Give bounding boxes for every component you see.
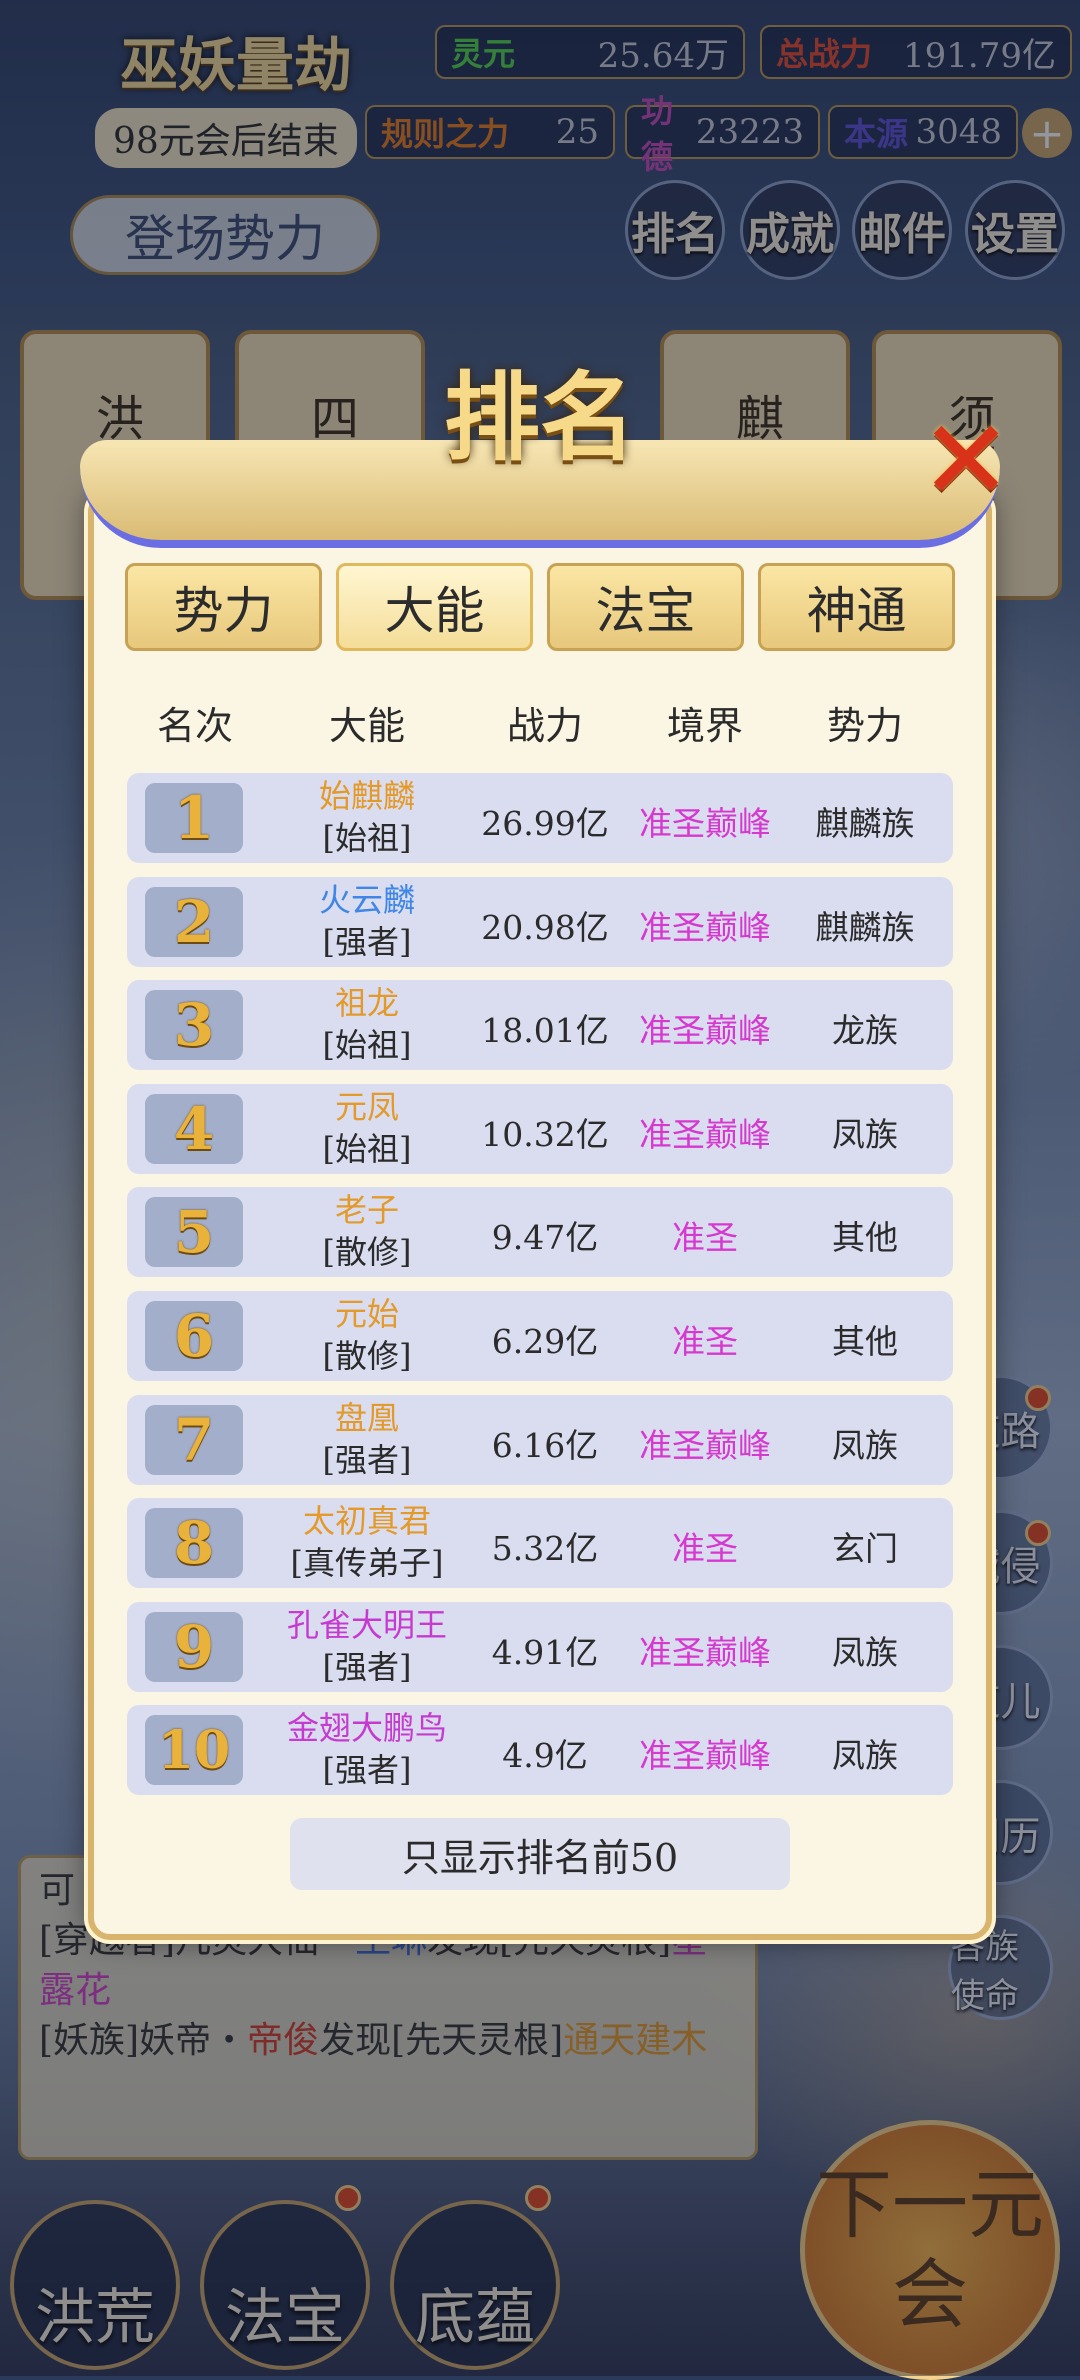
- faction-value: 麒麟族: [815, 804, 915, 843]
- powerhouse-name: 盘凰 [强者]: [322, 1399, 412, 1479]
- powerhouse-name: 祖龙 [始祖]: [322, 984, 412, 1064]
- power-value: 6.16亿: [491, 1426, 599, 1465]
- column-header-rank: 名次: [156, 704, 233, 748]
- table-row[interactable]: 8 太初真君 [真传弟子] 5.32亿 准圣 玄门: [127, 1498, 953, 1588]
- table-row[interactable]: 3 祖龙 [始祖] 18.01亿 准圣巅峰 龙族: [127, 980, 953, 1070]
- powerhouse-name: 火云麟 [强者]: [318, 881, 415, 961]
- table-row[interactable]: 10 金翅大鹏鸟 [强者] 4.9亿 准圣巅峰 凤族: [127, 1705, 953, 1795]
- column-header-power: 战力: [506, 704, 583, 748]
- table-row[interactable]: 7 盘凰 [强者] 6.16亿 准圣巅峰 凤族: [127, 1395, 953, 1485]
- faction-value: 麒麟族: [815, 908, 915, 947]
- faction-value: 玄门: [832, 1529, 898, 1568]
- powerhouse-name: 始麒麟 [始祖]: [318, 777, 415, 857]
- table-row[interactable]: 6 元始 [散修] 6.29亿 准圣 其他: [127, 1291, 953, 1381]
- powerhouse-name: 金翅大鹏鸟 [强者]: [286, 1709, 447, 1789]
- powerhouse-name: 元凤 [始祖]: [322, 1088, 412, 1168]
- realm-value: 准圣巅峰: [639, 1115, 771, 1154]
- realm-value: 准圣巅峰: [639, 908, 771, 947]
- column-header-realm: 境界: [666, 704, 743, 748]
- realm-value: 准圣: [672, 1218, 738, 1257]
- rank-badge: 1: [145, 783, 243, 853]
- faction-value: 凤族: [832, 1736, 898, 1775]
- top50-note: 只显示排名前50: [290, 1818, 790, 1890]
- power-value: 4.91亿: [491, 1633, 599, 1672]
- powerhouse-name: 老子 [散修]: [322, 1191, 412, 1271]
- power-value: 10.32亿: [481, 1115, 609, 1154]
- power-value: 4.9亿: [502, 1736, 588, 1775]
- power-value: 26.99亿: [481, 804, 609, 843]
- table-row[interactable]: 4 元凤 [始祖] 10.32亿 准圣巅峰 凤族: [127, 1084, 953, 1174]
- power-value: 18.01亿: [481, 1011, 609, 1050]
- realm-value: 准圣巅峰: [639, 1011, 771, 1050]
- faction-value: 凤族: [832, 1426, 898, 1465]
- rank-badge: 4: [145, 1094, 243, 1164]
- table-row[interactable]: 1 始麒麟 [始祖] 26.99亿 准圣巅峰 麒麟族: [127, 773, 953, 863]
- table-row[interactable]: 9 孔雀大明王 [强者] 4.91亿 准圣巅峰 凤族: [127, 1602, 953, 1692]
- realm-value: 准圣巅峰: [639, 1426, 771, 1465]
- faction-value: 其他: [832, 1218, 898, 1257]
- power-value: 9.47亿: [491, 1218, 599, 1257]
- tab-treasure[interactable]: 法宝: [547, 563, 744, 651]
- column-header-name: 大能: [328, 704, 405, 748]
- rank-badge: 2: [145, 887, 243, 957]
- close-icon: ✕: [920, 396, 1013, 524]
- powerhouse-name: 太初真君 [真传弟子]: [290, 1502, 444, 1582]
- column-header-faction: 势力: [826, 704, 903, 748]
- faction-value: 龙族: [832, 1011, 898, 1050]
- powerhouse-name: 元始 [散修]: [322, 1295, 412, 1375]
- realm-value: 准圣巅峰: [639, 1736, 771, 1775]
- faction-value: 其他: [832, 1322, 898, 1361]
- tab-skill[interactable]: 神通: [758, 563, 955, 651]
- power-value: 20.98亿: [481, 908, 609, 947]
- powerhouse-name: 孔雀大明王 [强者]: [286, 1606, 447, 1686]
- rank-badge: 10: [145, 1715, 243, 1785]
- close-button[interactable]: ✕: [920, 405, 1012, 515]
- realm-value: 准圣巅峰: [639, 804, 771, 843]
- rank-badge: 6: [145, 1301, 243, 1371]
- power-value: 6.29亿: [491, 1322, 599, 1361]
- modal-title: 排名: [444, 361, 636, 474]
- table-row[interactable]: 2 火云麟 [强者] 20.98亿 准圣巅峰 麒麟族: [127, 877, 953, 967]
- realm-value: 准圣巅峰: [639, 1633, 771, 1672]
- rank-badge: 3: [145, 990, 243, 1060]
- table-row[interactable]: 5 老子 [散修] 9.47亿 准圣 其他: [127, 1187, 953, 1277]
- faction-value: 凤族: [832, 1633, 898, 1672]
- tab-faction[interactable]: 势力: [125, 563, 322, 651]
- power-value: 5.32亿: [491, 1529, 599, 1568]
- ranking-tabs: 势力 大能 法宝 神通: [125, 563, 955, 653]
- rank-badge: 5: [145, 1197, 243, 1267]
- realm-value: 准圣: [672, 1322, 738, 1361]
- tab-powerhouse[interactable]: 大能: [336, 563, 533, 651]
- rank-badge: 7: [145, 1405, 243, 1475]
- faction-value: 凤族: [832, 1115, 898, 1154]
- rank-badge: 9: [145, 1612, 243, 1682]
- rank-badge: 8: [145, 1508, 243, 1578]
- realm-value: 准圣: [672, 1529, 738, 1568]
